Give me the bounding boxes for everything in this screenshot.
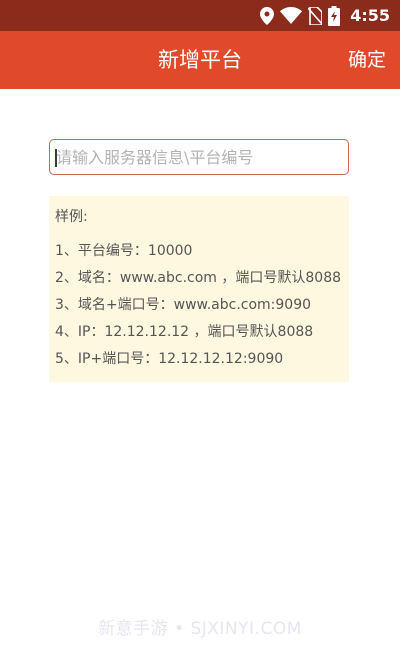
battery-charging-icon [328, 5, 341, 26]
server-info-input[interactable] [50, 140, 348, 174]
no-sim-icon [308, 6, 323, 25]
location-icon [260, 6, 275, 25]
status-icons: 4:55 [260, 4, 390, 27]
app-bar: 新增平台 确定 [0, 31, 400, 89]
examples-title: 样例: [55, 209, 88, 225]
example-line-2: 2、域名：www.abc.com ，端口号默认8088 [55, 270, 342, 286]
example-line-1: 1、平台编号：10000 [55, 243, 193, 259]
server-input-wrapper [49, 139, 349, 175]
watermark: 新意手游 • SJXINYI.COM [98, 619, 302, 639]
status-bar: 4:55 [0, 0, 400, 31]
confirm-button[interactable]: 确定 [348, 31, 386, 89]
status-time: 4:55 [350, 6, 390, 25]
examples-panel: 样例: 1、平台编号：10000 2、域名：www.abc.com ，端口号默认… [49, 196, 349, 382]
text-cursor [55, 149, 57, 167]
example-line-3: 3、域名+端口号：www.abc.com:9090 [55, 297, 312, 313]
example-line-5: 5、IP+端口号：12.12.12.12:9090 [55, 351, 284, 367]
page-title: 新增平台 [158, 48, 242, 72]
wifi-icon [280, 7, 303, 24]
example-line-4: 4、IP：12.12.12.12 ，端口号默认8088 [55, 324, 314, 340]
